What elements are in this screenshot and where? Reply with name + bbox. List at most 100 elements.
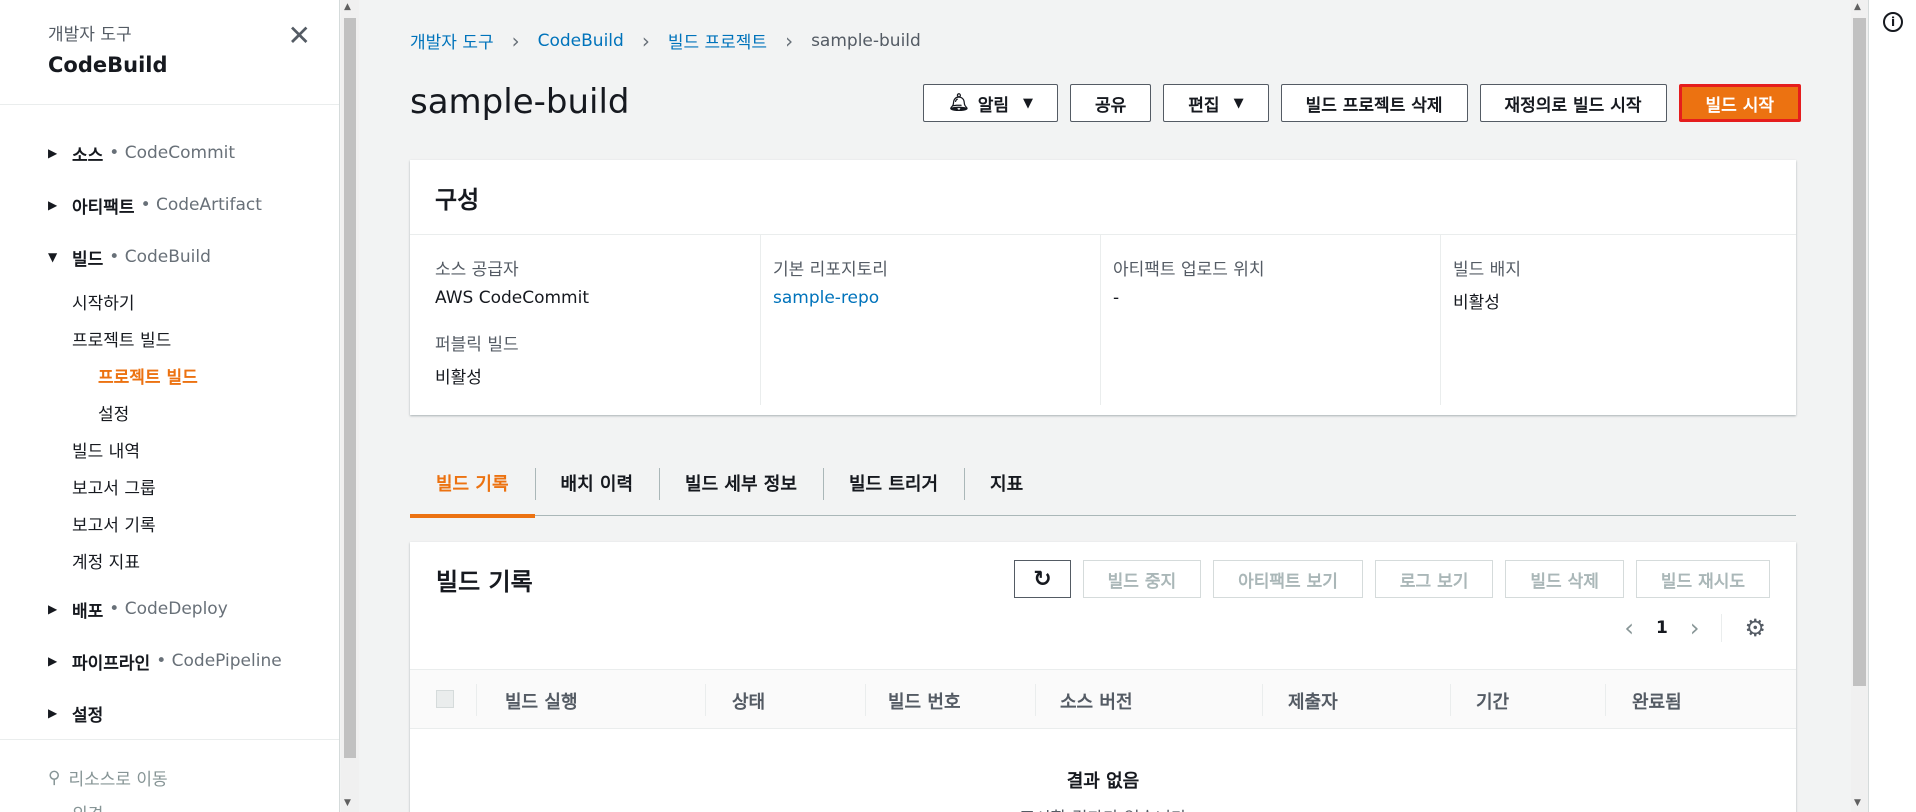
nav-item-account-metrics[interactable]: 계정 지표 xyxy=(0,542,339,579)
caret-right-icon: ▶ xyxy=(48,198,58,212)
public-build-label: 퍼블릭 빌드 xyxy=(435,335,519,355)
chevron-right-icon: › xyxy=(641,28,650,53)
nav-group-service: • CodeCommit xyxy=(109,143,236,163)
scroll-up-icon[interactable]: ▲ xyxy=(344,2,351,12)
scrollbar-thumb[interactable] xyxy=(1853,18,1866,686)
edit-label: 편집 xyxy=(1188,95,1220,116)
nav-item-build-projects[interactable]: 프로젝트 빌드 xyxy=(0,320,339,357)
nav-group-pipeline[interactable]: ▶ 파이프라인 • CodePipeline xyxy=(0,635,339,687)
tab-build-details[interactable]: 빌드 세부 정보 xyxy=(659,450,823,516)
column-completed[interactable]: 완료됨 xyxy=(1632,688,1682,714)
nav-item-build-history[interactable]: 빌드 내역 xyxy=(0,431,339,468)
info-icon[interactable]: i xyxy=(1883,12,1903,32)
artifact-location-value: - xyxy=(1113,288,1120,308)
tab-metrics[interactable]: 지표 xyxy=(964,450,1049,516)
build-history-actions: ↻ 빌드 중지 아티팩트 보기 로그 보기 빌드 삭제 빌드 재시도 xyxy=(1014,560,1770,598)
header-actions: 🔔︎ 알림 ▼ 공유 편집 ▼ 빌드 프로젝트 삭제 재정의로 빌드 시작 빌드 시작 xyxy=(360,84,1866,122)
comment-icon: ▭ xyxy=(48,805,64,812)
stop-build-button[interactable]: 빌드 중지 xyxy=(1082,560,1202,598)
scroll-up-icon[interactable]: ▲ xyxy=(1854,2,1861,12)
refresh-button[interactable]: ↻ xyxy=(1014,560,1071,598)
config-col-artifact: 아티팩트 업로드 위치 - xyxy=(1100,235,1440,405)
nav-group-artifacts[interactable]: ▶ 아티팩트 • CodeArtifact xyxy=(0,179,339,231)
pagination: ‹ 1 › ⚙ xyxy=(1624,614,1766,642)
feedback-link[interactable]: ▭ 의견 xyxy=(48,800,103,812)
scrollbar-thumb[interactable] xyxy=(344,18,356,758)
config-col-repo: 기본 리포지토리 sample-repo xyxy=(760,235,1100,405)
share-label: 공유 xyxy=(1095,95,1127,116)
scroll-down-icon[interactable]: ▼ xyxy=(344,798,351,808)
tab-batch-history[interactable]: 배치 이력 xyxy=(534,450,660,516)
view-artifacts-button[interactable]: 아티팩트 보기 xyxy=(1213,560,1363,598)
view-logs-button[interactable]: 로그 보기 xyxy=(1374,560,1494,598)
edit-button[interactable]: 편집 ▼ xyxy=(1163,84,1269,122)
empty-state-description: 표시할 결과가 없습니다 xyxy=(410,804,1796,812)
tab-build-history[interactable]: 빌드 기록 xyxy=(410,450,535,518)
nav-group-build[interactable]: ▼ 빌드 • CodeBuild xyxy=(0,231,339,283)
nav-group-settings[interactable]: ▶ 설정 xyxy=(0,687,339,739)
nav-group-deploy[interactable]: ▶ 배포 • CodeDeploy xyxy=(0,583,339,635)
column-source-version[interactable]: 소스 버전 xyxy=(1060,688,1133,714)
go-to-resource-link[interactable]: ⚲ 리소스로 이동 xyxy=(48,765,168,791)
public-build-value: 비활성 xyxy=(435,368,482,388)
nav-group-service: • CodeDeploy xyxy=(109,599,228,619)
caret-right-icon: ▶ xyxy=(48,602,58,616)
caret-down-icon: ▼ xyxy=(1023,95,1034,111)
nav-item-build-project-active[interactable]: 프로젝트 빌드 xyxy=(0,357,339,394)
config-col-badge: 빌드 배지 비활성 xyxy=(1440,235,1780,405)
scroll-down-icon[interactable]: ▼ xyxy=(1854,798,1861,808)
side-navigation: 개발자 도구 CodeBuild ✕ ▶ 소스 • CodeCommit ▶ 아티팩트… xyxy=(0,0,340,812)
breadcrumb: 개발자 도구 › CodeBuild › 빌드 프로젝트 › sample-bu… xyxy=(410,28,921,54)
delete-project-button[interactable]: 빌드 프로젝트 삭제 xyxy=(1280,84,1468,122)
tab-build-triggers[interactable]: 빌드 트리거 xyxy=(822,450,964,516)
column-separator xyxy=(1262,684,1263,716)
chevron-left-icon[interactable]: ‹ xyxy=(1624,614,1634,642)
help-panel-rail: i xyxy=(1868,0,1916,812)
breadcrumb-build-projects[interactable]: 빌드 프로젝트 xyxy=(668,28,767,53)
nav-item-settings[interactable]: 설정 xyxy=(0,394,339,431)
breadcrumb-developer-tools[interactable]: 개발자 도구 xyxy=(410,28,494,53)
nav-group-label: 아티팩트 xyxy=(72,197,135,218)
project-tabs: 빌드 기록 배치 이력 빌드 세부 정보 빌드 트리거 지표 xyxy=(410,450,1796,518)
notify-label: 알림 xyxy=(977,95,1010,116)
retry-build-button[interactable]: 빌드 재시도 xyxy=(1635,560,1770,598)
main-scrollbar[interactable]: ▲ ▼ xyxy=(1851,0,1868,812)
caret-right-icon: ▶ xyxy=(48,706,58,720)
build-badge-value: 비활성 xyxy=(1453,293,1500,313)
source-provider-value: AWS CodeCommit xyxy=(435,288,590,308)
select-all-checkbox[interactable] xyxy=(436,690,454,708)
column-duration[interactable]: 기간 xyxy=(1476,688,1509,714)
close-icon[interactable]: ✕ xyxy=(288,22,311,50)
column-status[interactable]: 상태 xyxy=(732,688,765,714)
start-override-label: 재정의로 빌드 시작 xyxy=(1504,95,1642,116)
sidebar-header: 개발자 도구 CodeBuild ✕ xyxy=(0,0,339,105)
nav-item-report-groups[interactable]: 보고서 그룹 xyxy=(0,468,339,505)
share-button[interactable]: 공유 xyxy=(1070,84,1152,122)
nav-group-label: 파이프라인 xyxy=(72,653,151,674)
column-build-run[interactable]: 빌드 실행 xyxy=(505,688,578,714)
chevron-right-icon[interactable]: › xyxy=(1690,614,1700,642)
primary-repo-label: 기본 리포지토리 xyxy=(773,260,888,280)
configuration-panel: 구성 소스 공급자 AWS CodeCommit 퍼블릭 빌드 비활성 기본 리… xyxy=(410,160,1796,415)
nav-group-service: • CodePipeline xyxy=(156,651,282,671)
nav-group-source[interactable]: ▶ 소스 • CodeCommit xyxy=(0,127,339,179)
nav-item-report-history[interactable]: 보고서 기록 xyxy=(0,505,339,542)
sidebar-scrollbar[interactable]: ▲ ▼ xyxy=(341,0,359,812)
page-number[interactable]: 1 xyxy=(1656,618,1668,638)
breadcrumb-codebuild[interactable]: CodeBuild xyxy=(538,31,624,51)
start-build-button[interactable]: 빌드 시작 xyxy=(1678,84,1801,122)
caret-right-icon: ▶ xyxy=(48,146,58,160)
primary-repo-link[interactable]: sample-repo xyxy=(773,288,1088,308)
caret-right-icon: ▶ xyxy=(48,654,58,668)
delete-build-button[interactable]: 빌드 삭제 xyxy=(1505,560,1624,598)
column-build-number[interactable]: 빌드 번호 xyxy=(888,688,961,714)
column-submitter[interactable]: 제출자 xyxy=(1288,688,1338,714)
artifact-location-label: 아티팩트 업로드 위치 xyxy=(1113,260,1265,280)
sidebar-title[interactable]: CodeBuild xyxy=(48,53,339,77)
bell-icon: 🔔︎ xyxy=(948,93,970,113)
gear-icon[interactable]: ⚙ xyxy=(1721,614,1766,642)
nav-list: ▶ 소스 • CodeCommit ▶ 아티팩트 • CodeArtifact ▼ 빌드 •… xyxy=(0,105,339,739)
notify-button[interactable]: 🔔︎ 알림 ▼ xyxy=(923,84,1059,122)
start-build-override-button[interactable]: 재정의로 빌드 시작 xyxy=(1479,84,1667,122)
nav-item-getting-started[interactable]: 시작하기 xyxy=(0,283,339,320)
